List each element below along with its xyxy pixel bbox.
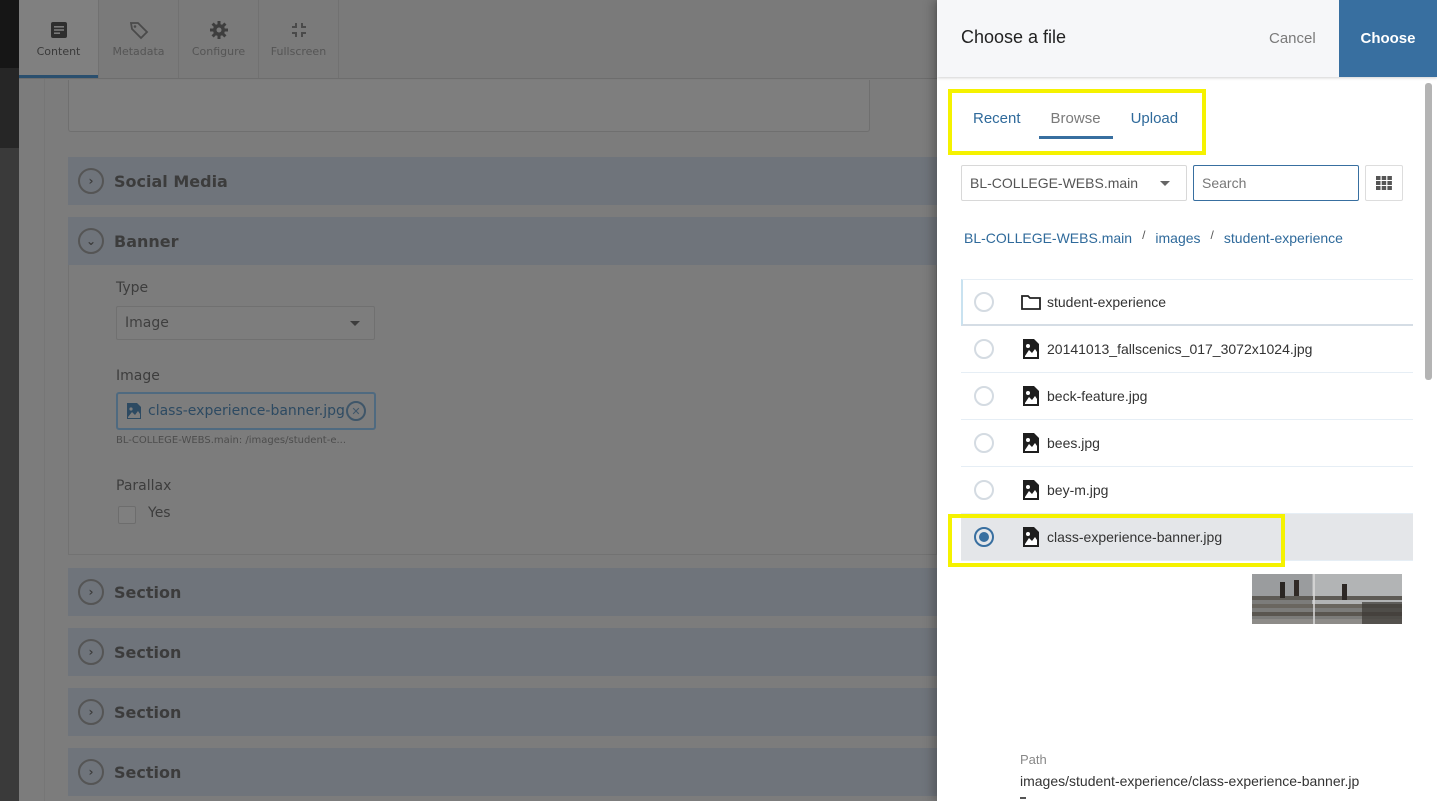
accordion-section[interactable]: › Section	[68, 568, 937, 616]
file-name: bees.jpg	[1047, 435, 1100, 451]
file-list: student-experience 20141013_fallscenics_…	[961, 279, 1413, 561]
clear-icon[interactable]: ✕	[346, 401, 366, 421]
breadcrumb-separator: /	[1210, 228, 1214, 242]
file-name: bey-m.jpg	[1047, 482, 1109, 498]
accordion-section[interactable]: › Section	[68, 748, 937, 796]
image-file-icon	[127, 403, 141, 419]
chevron-right-icon: ›	[78, 168, 104, 194]
image-file-icon	[1021, 339, 1041, 359]
drawer-title: Choose a file	[961, 27, 1067, 47]
accordion-title: Social Media	[114, 171, 228, 191]
image-label: Image	[116, 368, 160, 384]
toolbar-content-tab[interactable]: Content	[19, 0, 99, 78]
choose-button[interactable]: Choose	[1339, 0, 1437, 77]
image-file-icon	[1021, 527, 1041, 547]
tag-icon	[129, 20, 149, 40]
site-select-value: BL-COLLEGE-WEBS.main	[970, 175, 1139, 191]
list-item[interactable]: bey-m.jpg	[961, 467, 1413, 514]
search-input[interactable]	[1193, 165, 1359, 201]
breadcrumb-site[interactable]: BL-COLLEGE-WEBS.main	[964, 230, 1132, 246]
select-radio[interactable]	[974, 433, 994, 453]
folder-icon	[1021, 292, 1041, 312]
select-radio[interactable]	[974, 480, 994, 500]
caret-down-icon	[1160, 181, 1170, 186]
type-select[interactable]: Image	[116, 306, 375, 340]
accordion-title: Section	[114, 582, 182, 602]
file-name: beck-feature.jpg	[1047, 388, 1148, 404]
parallax-option-label: Yes	[148, 505, 171, 521]
accordion-section[interactable]: › Section	[68, 628, 937, 676]
chevron-down-icon: ⌄	[78, 228, 104, 254]
parallax-checkbox[interactable]	[118, 506, 136, 524]
toolbar-label: Configure	[191, 45, 246, 58]
type-label: Type	[116, 280, 149, 296]
toolbar-label: Content	[36, 45, 81, 58]
file-name: class-experience-banner.jpg	[1047, 529, 1223, 545]
chevron-right-icon: ›	[78, 699, 104, 725]
image-path-hint: BL-COLLEGE-WEBS.main: /images/student-e.…	[116, 435, 347, 446]
select-radio[interactable]	[974, 386, 994, 406]
select-radio[interactable]	[974, 292, 994, 312]
image-preview	[1252, 574, 1402, 624]
accordion-title: Banner	[114, 231, 179, 251]
scrollbar[interactable]	[1425, 83, 1432, 380]
select-radio[interactable]	[974, 339, 994, 359]
breadcrumb-images[interactable]: images	[1155, 230, 1200, 246]
type-select-value: Image	[125, 315, 169, 331]
editor-background: Content Metadata Configure Fullscreen › …	[0, 0, 937, 801]
chevron-right-icon: ›	[78, 759, 104, 785]
toolbar-metadata-tab[interactable]: Metadata	[99, 0, 179, 78]
image-file-icon	[1021, 480, 1041, 500]
path-value: images/student-experience/class-experien…	[1020, 773, 1360, 789]
left-rail	[0, 0, 19, 801]
caret-down-icon	[350, 321, 360, 326]
toolbar-label: Fullscreen	[270, 45, 327, 58]
accordion-title: Section	[114, 642, 182, 662]
image-field[interactable]: class-experience-banner.jpg ✕	[116, 392, 376, 430]
file-name: 20141013_fallscenics_017_3072x1024.jpg	[1047, 341, 1313, 357]
accordion-title: Section	[114, 762, 182, 782]
gear-icon	[209, 20, 229, 40]
tab-browse[interactable]: Browse	[1038, 100, 1113, 139]
accordion-banner[interactable]: ⌄ Banner	[68, 217, 937, 265]
grid-view-button[interactable]	[1365, 165, 1403, 201]
list-item[interactable]: beck-feature.jpg	[961, 373, 1413, 420]
image-file-icon	[1021, 433, 1041, 453]
accordion-section[interactable]: › Section	[68, 688, 937, 736]
list-item-folder[interactable]: student-experience	[961, 279, 1413, 326]
accordion-social-media[interactable]: › Social Media	[68, 157, 937, 205]
textarea-field[interactable]	[68, 80, 870, 132]
list-item-selected[interactable]: class-experience-banner.jpg	[961, 514, 1413, 561]
cancel-button[interactable]: Cancel	[1269, 30, 1316, 47]
tab-upload[interactable]: Upload	[1119, 100, 1191, 139]
fullscreen-icon	[289, 20, 309, 40]
select-radio-checked[interactable]	[974, 527, 994, 547]
parallax-label: Parallax	[116, 478, 172, 494]
drawer-header: Choose a file Cancel Choose	[937, 0, 1437, 77]
chevron-right-icon: ›	[78, 639, 104, 665]
toolbar-configure-tab[interactable]: Configure	[179, 0, 259, 78]
toolbar-label: Metadata	[112, 45, 165, 58]
tab-recent[interactable]: Recent	[961, 100, 1033, 139]
content-icon	[49, 20, 69, 40]
site-select[interactable]: BL-COLLEGE-WEBS.main	[961, 165, 1187, 201]
breadcrumb: BL-COLLEGE-WEBS.main / images / student-…	[964, 228, 1343, 246]
grid-view-icon	[1376, 176, 1392, 190]
breadcrumb-separator: /	[1142, 228, 1146, 242]
file-chooser-drawer: Choose a file Cancel Choose Recent Brows…	[937, 0, 1437, 801]
path-label: Path	[1020, 752, 1047, 767]
source-tabs: Recent Browse Upload	[961, 100, 1196, 139]
chevron-right-icon: ›	[78, 579, 104, 605]
list-item[interactable]: bees.jpg	[961, 420, 1413, 467]
breadcrumb-student-experience[interactable]: student-experience	[1224, 230, 1343, 246]
image-file-icon	[1021, 386, 1041, 406]
toolbar-fullscreen-tab[interactable]: Fullscreen	[259, 0, 339, 78]
file-name: student-experience	[1047, 294, 1167, 310]
editor-toolbar: Content Metadata Configure Fullscreen	[19, 0, 937, 79]
list-item[interactable]: 20141013_fallscenics_017_3072x1024.jpg	[961, 326, 1413, 373]
image-field-value: class-experience-banner.jpg	[148, 403, 345, 419]
accordion-title: Section	[114, 702, 182, 722]
